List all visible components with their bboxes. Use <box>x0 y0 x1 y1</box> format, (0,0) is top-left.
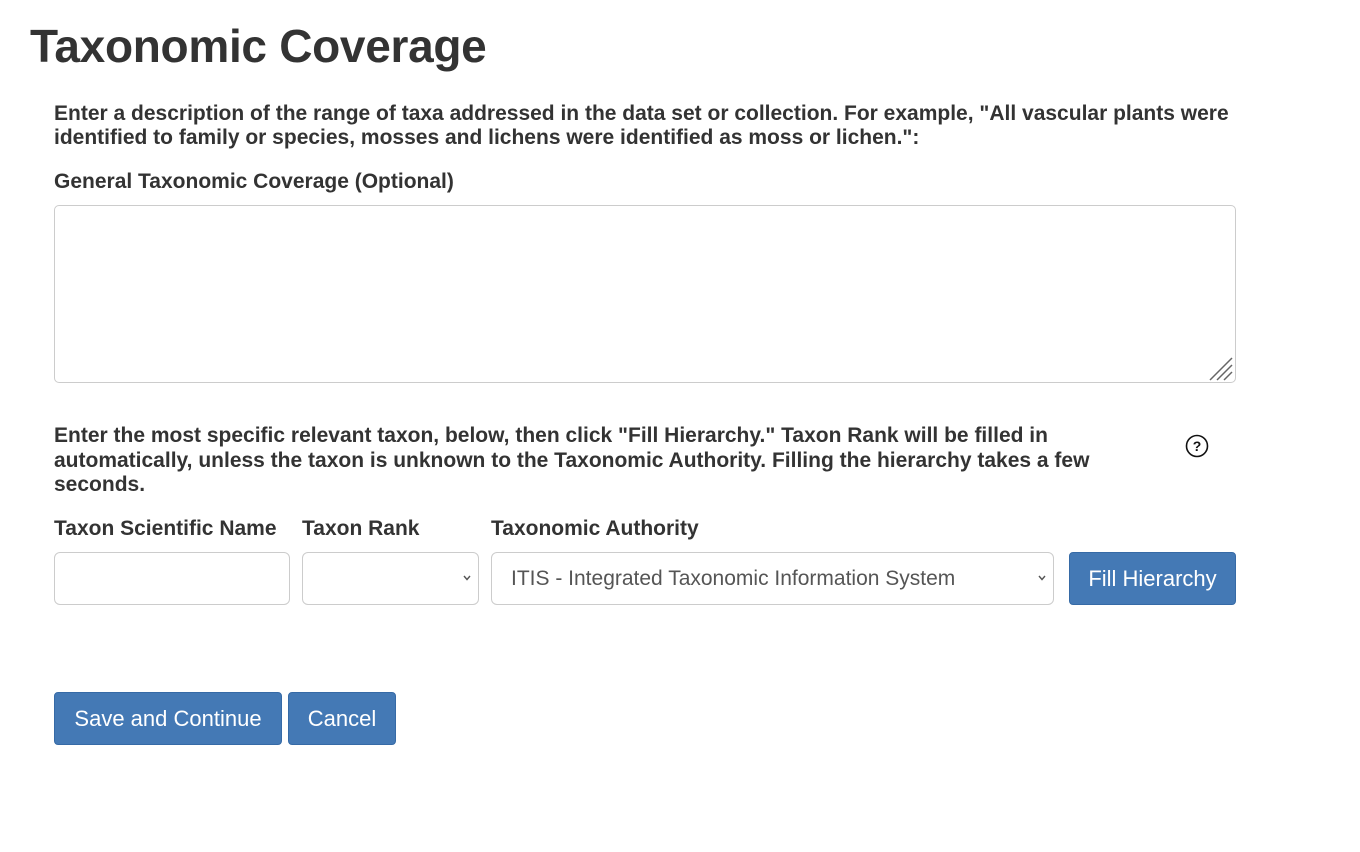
general-coverage-label: General Taxonomic Coverage (Optional) <box>54 170 454 193</box>
chevron-down-icon <box>1038 575 1046 581</box>
taxonomic-authority-label: Taxonomic Authority <box>491 517 699 540</box>
coverage-instructions: Enter a description of the range of taxa… <box>54 102 1229 149</box>
taxonomic-authority-select[interactable]: ITIS - Integrated Taxonomic Information … <box>491 552 1054 605</box>
resize-grip-icon[interactable] <box>1206 354 1234 382</box>
fill-hierarchy-button[interactable]: Fill Hierarchy <box>1069 552 1236 605</box>
taxon-name-input[interactable] <box>54 552 290 605</box>
taxonomic-coverage-page: Taxonomic Coverage Enter a description o… <box>0 0 1360 852</box>
question-circle-icon[interactable]: ? <box>1185 434 1209 458</box>
taxon-rank-label: Taxon Rank <box>302 517 420 540</box>
chevron-down-icon <box>463 575 471 581</box>
cancel-button[interactable]: Cancel <box>288 692 396 745</box>
general-coverage-textarea[interactable] <box>54 205 1236 383</box>
page-title: Taxonomic Coverage <box>30 20 487 72</box>
svg-text:?: ? <box>1193 438 1202 454</box>
taxonomic-authority-value: ITIS - Integrated Taxonomic Information … <box>511 567 956 590</box>
save-and-continue-button[interactable]: Save and Continue <box>54 692 282 745</box>
taxon-rank-select[interactable] <box>302 552 479 605</box>
taxon-instructions: Enter the most specific relevant taxon, … <box>54 424 1090 496</box>
taxon-name-label: Taxon Scientific Name <box>54 517 277 540</box>
